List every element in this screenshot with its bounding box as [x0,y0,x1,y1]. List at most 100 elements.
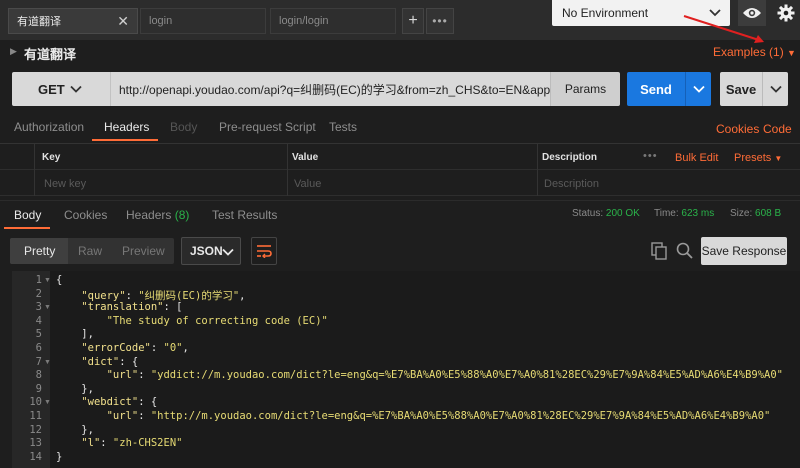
save-options-button[interactable] [762,72,788,106]
code-line: "dict": { [81,355,139,368]
chevron-down-icon [692,85,705,93]
response-tab-headers[interactable]: Headers (8) [126,208,189,222]
presets-label: Presets [734,152,772,164]
examples-link[interactable]: Examples (1) ▼ [713,45,796,59]
search-icon[interactable] [676,242,693,259]
response-tab-cookies[interactable]: Cookies [64,208,107,222]
code-line: "The study of correcting code (EC)" [106,314,328,327]
tab-label: login/login [279,15,329,27]
response-tab-body[interactable]: Body [14,208,41,222]
code-line: "translation": [ [81,301,183,314]
format-label: JSON [190,244,223,258]
method-label: GET [38,81,65,97]
tab-more-button[interactable]: ••• [426,8,454,34]
time-indicator: Time: 623 ms [654,208,714,219]
size-label: Size: [730,208,753,219]
method-select[interactable]: GET [12,72,110,106]
fold-caret-icon[interactable]: ▼ [44,277,51,284]
gear-icon [777,4,795,22]
divider [34,144,35,196]
request-title[interactable]: 有道翻译 [24,44,76,63]
view-pretty-button[interactable]: Pretty [24,244,55,258]
view-raw-button[interactable]: Raw [78,244,102,258]
code-line: { [56,274,63,286]
line-number: 3 [35,301,42,314]
tab-authorization[interactable]: Authorization [14,120,84,134]
headers-table-header: Key Value Description ••• Bulk Edit Pres… [0,144,800,170]
tab-pre-request-script[interactable]: Pre-request Script [219,120,316,134]
copy-icon[interactable] [651,242,667,260]
more-options-button[interactable]: ••• [643,150,658,162]
view-preview-button[interactable]: Preview [122,244,165,258]
code-line: }, [56,382,94,395]
column-description: Description [542,152,598,163]
send-options-button[interactable] [685,72,711,106]
code-line: "l": "zh-CHS2EN" [81,437,183,450]
headers-table: Key Value Description ••• Bulk Edit Pres… [0,143,800,196]
request-title-row [0,40,800,64]
response-tab-test-results[interactable]: Test Results [212,208,277,222]
fold-caret-icon[interactable]: ▼ [44,399,51,406]
fold-caret-icon[interactable]: ▼ [44,304,51,311]
line-number: 12 [29,423,42,436]
line-number: 2 [35,287,42,300]
line-number: 7 [35,355,42,368]
column-value: Value [292,152,319,163]
code-line: ], [56,328,94,341]
status-indicator: Status: 200 OK [572,208,640,219]
wrap-icon [257,245,272,258]
tab-tests[interactable]: Tests [329,120,357,134]
line-number: 9 [35,382,42,395]
close-icon[interactable]: ✕ [117,13,129,30]
tab-body[interactable]: Body [170,120,197,134]
divider [287,144,288,196]
value-input[interactable]: Value [294,178,321,190]
code-line: "url": "http://m.youdao.com/dict?le=eng&… [106,410,771,422]
save-response-button[interactable]: Save Response [701,237,787,265]
send-button[interactable]: Send [627,72,685,106]
environment-label: No Environment [562,6,649,20]
cookies-link[interactable]: Cookies [716,122,759,136]
fold-caret-icon[interactable]: ▼ [44,359,51,366]
save-button[interactable]: Save [720,72,762,106]
url-input[interactable]: http://openapi.youdao.com/api?q=纠删码(EC)的… [110,72,550,106]
code-line: }, [56,423,94,436]
params-button[interactable]: Params [550,72,620,106]
tab-youdao-translate[interactable]: 有道翻译 ✕ [8,8,138,34]
active-tab-indicator [4,227,50,229]
tab-login-login[interactable]: login/login [270,8,396,34]
line-number: 11 [29,410,42,422]
line-number: 1 [35,274,42,286]
size-indicator: Size: 608 B [730,208,781,219]
code-link[interactable]: Code [763,122,792,136]
line-number: 8 [35,369,42,382]
settings-button[interactable] [772,0,800,26]
new-key-input[interactable]: New key [44,178,86,190]
code-line: "webdict": { [81,396,158,409]
add-tab-button[interactable]: + [402,8,424,34]
code-line: "url": "yddict://m.youdao.com/dict?le=en… [106,369,783,382]
description-input[interactable]: Description [544,178,599,190]
line-number: 4 [35,314,42,327]
chevron-down-icon [769,85,782,93]
tab-label: login [149,15,173,27]
examples-label: Examples (1) [713,45,784,59]
caret-right-icon[interactable]: ▶ [10,46,17,57]
line-number: 10 [29,396,42,409]
presets-dropdown[interactable]: Presets ▼ [734,152,782,164]
status-label: Status: [572,208,604,219]
status-value: 200 OK [605,208,640,219]
column-key: Key [42,152,61,163]
wrap-lines-button[interactable] [251,237,277,265]
size-value: 608 B [755,208,782,219]
caret-down-icon: ▼ [787,48,796,58]
caret-down-icon: ▼ [774,154,783,163]
format-select[interactable]: JSON [181,237,241,265]
bulk-edit-button[interactable]: Bulk Edit [675,152,718,164]
headers-count: (8) [174,208,190,222]
tab-label: 有道翻译 [17,16,61,28]
tab-login[interactable]: login [140,8,266,34]
tab-headers[interactable]: Headers [104,120,149,134]
code-line: } [56,450,63,463]
line-number: 6 [35,342,42,354]
